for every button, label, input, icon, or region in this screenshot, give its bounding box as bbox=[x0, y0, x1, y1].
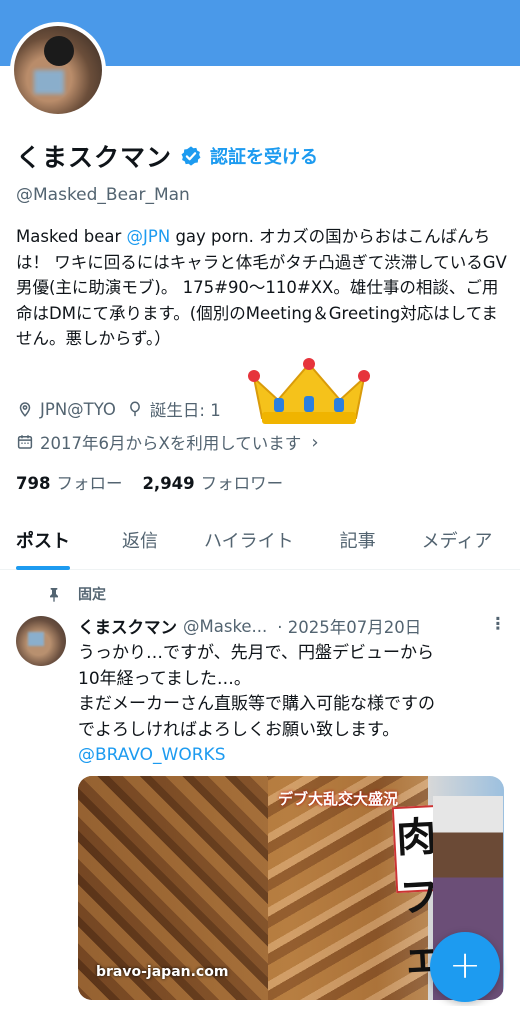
avatar-image bbox=[14, 26, 102, 114]
tab-highlights[interactable]: ハイライト bbox=[204, 520, 294, 570]
following-count: 798 bbox=[16, 474, 51, 493]
post-avatar-blur bbox=[28, 632, 44, 646]
pin-icon bbox=[50, 588, 58, 602]
post-header: くまスクマン @Maske... · 2025年07月20日 ⋮ bbox=[78, 614, 510, 638]
joined-text: 2017年6月からXを利用しています bbox=[40, 434, 302, 453]
crown-emoji bbox=[248, 358, 370, 424]
pinned-label: 固定 bbox=[78, 587, 106, 603]
followers-label: フォロワー bbox=[200, 474, 284, 493]
followers-link[interactable]: 2,949 フォロワー bbox=[142, 470, 303, 494]
joined-row[interactable]: 2017年6月からXを利用しています › bbox=[16, 429, 319, 455]
location-text: JPN@TYO bbox=[40, 399, 116, 419]
tab-articles[interactable]: 記事 bbox=[340, 520, 376, 570]
plus-icon: + bbox=[449, 943, 481, 987]
birthday-text: 誕生日: 1 bbox=[149, 401, 221, 420]
get-verified-link[interactable]: 認証を受ける bbox=[210, 143, 318, 169]
bio-mention-link[interactable]: @JPN bbox=[127, 227, 171, 246]
post-text-line: うっかり…ですが、先月で、円盤デビューから bbox=[78, 643, 434, 663]
following-label: フォロー bbox=[56, 474, 123, 493]
media-watermark: bravo-japan.com bbox=[96, 964, 229, 980]
avatar-mask bbox=[44, 36, 74, 66]
more-options-icon[interactable]: ⋮ bbox=[490, 614, 507, 633]
post-author-handle[interactable]: @Maske... bbox=[183, 617, 267, 636]
tab-media[interactable]: メディア bbox=[422, 520, 493, 570]
profile-tabs: ポスト 返信 ハイライト 記事 メディア bbox=[0, 520, 520, 570]
follow-stats: 798 フォロー 2,949 フォロワー bbox=[16, 470, 303, 494]
media-title-text: デブ大乱交大盛況 bbox=[278, 790, 399, 808]
balloon-icon bbox=[130, 401, 140, 417]
verified-badge-icon[interactable] bbox=[180, 145, 202, 167]
location-pin-icon bbox=[19, 402, 31, 417]
calendar-icon bbox=[17, 435, 33, 449]
post-author-name[interactable]: くまスクマン bbox=[78, 614, 177, 638]
bottom-edge bbox=[0, 1006, 520, 1024]
tab-replies[interactable]: 返信 bbox=[122, 520, 158, 570]
followers-count: 2,949 bbox=[142, 474, 195, 493]
chevron-right-icon: › bbox=[311, 431, 319, 453]
pinned-indicator: 固定 bbox=[46, 584, 106, 604]
avatar-blur bbox=[34, 70, 64, 94]
post-text: うっかり…ですが、先月で、円盤デビューから 10年経ってました…。 まだメーカー… bbox=[78, 641, 510, 769]
tab-posts[interactable]: ポスト bbox=[16, 520, 70, 570]
post-text-line: 10年経ってました…。 bbox=[78, 668, 251, 689]
compose-button[interactable]: + bbox=[430, 932, 500, 1002]
bio-text-pre: Masked bear bbox=[16, 227, 127, 246]
post-text-line: でよろしければよろしくお願い致します。 bbox=[78, 719, 400, 740]
post-text-line: まだメーカーさん直販等で購入可能な様ですの bbox=[78, 694, 435, 714]
post-mention-link[interactable]: @BRAVO_WORKS bbox=[78, 743, 510, 769]
location-item: JPN@TYO bbox=[16, 400, 116, 419]
profile-avatar[interactable] bbox=[10, 22, 106, 118]
post-date[interactable]: · 2025年07月20日 bbox=[277, 614, 421, 638]
profile-handle: @Masked_Bear_Man bbox=[16, 185, 190, 205]
post-author-avatar[interactable] bbox=[16, 616, 66, 666]
profile-bio: Masked bear @JPN gay porn. オカズの国からおはこんばん… bbox=[16, 224, 510, 352]
display-name: くまスクマン bbox=[16, 143, 173, 172]
following-link[interactable]: 798 フォロー bbox=[16, 470, 142, 494]
profile-name-row: くまスクマン 認証を受ける bbox=[16, 138, 318, 174]
